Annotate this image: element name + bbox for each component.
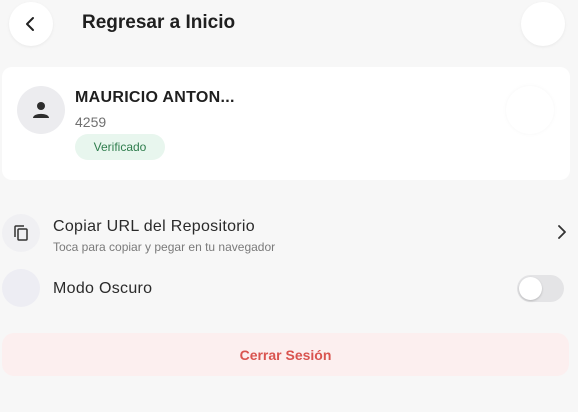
user-id: 4259 (75, 114, 107, 130)
dark-mode-row: Modo Oscuro (0, 269, 578, 309)
chevron-right-icon (558, 225, 566, 239)
page-title[interactable]: Regresar a Inicio (82, 12, 235, 34)
profile-action-button[interactable] (506, 86, 554, 134)
copy-url-title: Copiar URL del Repositorio (53, 218, 255, 235)
header-action-button[interactable] (521, 2, 565, 46)
header: Regresar a Inicio (0, 0, 578, 50)
person-icon (33, 102, 49, 118)
dark-mode-toggle[interactable] (517, 275, 564, 302)
status-badge: Verificado (75, 134, 165, 160)
moon-icon (2, 269, 40, 307)
toggle-knob (519, 277, 542, 300)
back-button[interactable] (9, 2, 53, 46)
copy-url-subtitle: Toca para copiar y pegar en tu navegador (53, 240, 276, 254)
copy-icon (14, 225, 28, 241)
user-name: MAURICIO ANTON... (75, 89, 235, 106)
copy-icon-container (2, 214, 40, 252)
logout-button[interactable]: Cerrar Sesión (2, 333, 569, 376)
avatar (17, 86, 65, 134)
profile-card: MAURICIO ANTON... 4259 Verificado (2, 67, 570, 180)
copy-url-row[interactable]: Copiar URL del Repositorio Toca para cop… (0, 210, 578, 258)
chevron-left-icon (26, 17, 34, 31)
dark-mode-title: Modo Oscuro (53, 280, 153, 297)
